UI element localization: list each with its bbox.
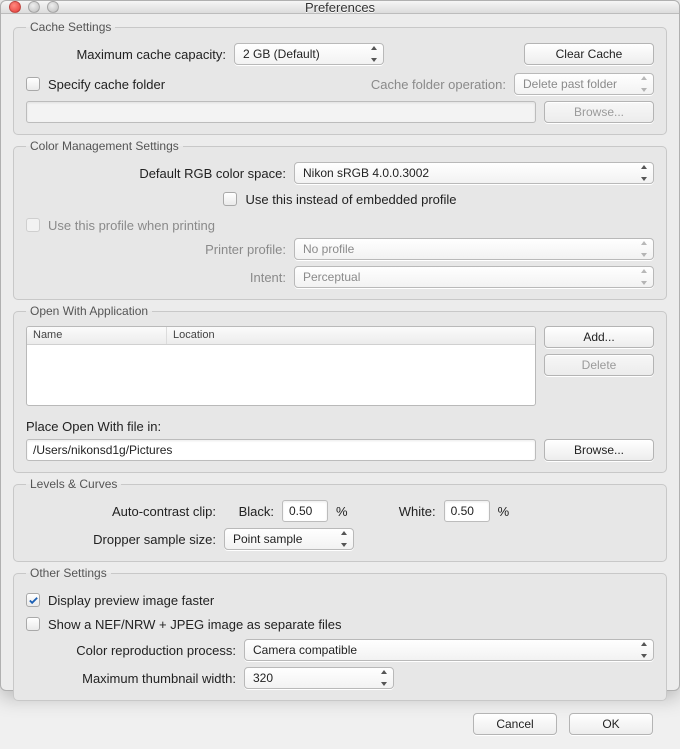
specify-folder-label: Specify cache folder <box>48 77 165 92</box>
repro-value: Camera compatible <box>244 639 654 661</box>
dropper-label: Dropper sample size: <box>26 532 216 547</box>
use-printing-label: Use this profile when printing <box>48 218 215 233</box>
black-input[interactable] <box>282 500 328 522</box>
cache-operation-select: Delete past folder <box>514 73 654 95</box>
rgb-space-value: Nikon sRGB 4.0.0.3002 <box>294 162 654 184</box>
printer-profile-select: No profile <box>294 238 654 260</box>
printer-profile-value: No profile <box>294 238 654 260</box>
open-with-table[interactable]: Name Location <box>26 326 536 406</box>
other-legend: Other Settings <box>26 566 111 580</box>
clear-cache-button[interactable]: Clear Cache <box>524 43 654 65</box>
intent-label: Intent: <box>26 270 286 285</box>
white-label: White: <box>356 504 436 519</box>
open-with-group: Open With Application Name Location Add.… <box>13 304 667 473</box>
openwith-legend: Open With Application <box>26 304 152 318</box>
cache-folder-input <box>26 101 536 123</box>
add-button[interactable]: Add... <box>544 326 654 348</box>
cache-operation-value: Delete past folder <box>514 73 654 95</box>
preferences-window: Preferences Cache Settings Maximum cache… <box>0 0 680 691</box>
use-instead-checkbox[interactable] <box>223 192 237 206</box>
place-file-label: Place Open With file in: <box>26 419 161 434</box>
black-label: Black: <box>224 504 274 519</box>
window-title: Preferences <box>1 0 679 15</box>
close-icon[interactable] <box>9 1 21 13</box>
levels-legend: Levels & Curves <box>26 477 121 491</box>
repro-select[interactable]: Camera compatible <box>244 639 654 661</box>
specify-folder-checkbox[interactable] <box>26 77 40 91</box>
thumb-value: 320 <box>244 667 394 689</box>
white-pct: % <box>498 504 510 519</box>
cache-settings-group: Cache Settings Maximum cache capacity: 2… <box>13 20 667 135</box>
col-name: Name <box>27 327 167 344</box>
intent-value: Perceptual <box>294 266 654 288</box>
zoom-icon[interactable] <box>47 1 59 13</box>
white-input[interactable] <box>444 500 490 522</box>
other-settings-group: Other Settings Display preview image fas… <box>13 566 667 701</box>
max-cache-select[interactable]: 2 GB (Default) <box>234 43 384 65</box>
nef-separate-checkbox[interactable] <box>26 617 40 631</box>
minimize-icon[interactable] <box>28 1 40 13</box>
display-faster-label: Display preview image faster <box>48 593 214 608</box>
cache-browse-button: Browse... <box>544 101 654 123</box>
dialog-footer: Cancel OK <box>13 705 667 739</box>
intent-select: Perceptual <box>294 266 654 288</box>
printer-profile-label: Printer profile: <box>26 242 286 257</box>
levels-curves-group: Levels & Curves Auto-contrast clip: Blac… <box>13 477 667 562</box>
nef-separate-label: Show a NEF/NRW + JPEG image as separate … <box>48 617 341 632</box>
color-management-group: Color Management Settings Default RGB co… <box>13 139 667 300</box>
cancel-button[interactable]: Cancel <box>473 713 557 735</box>
max-cache-label: Maximum cache capacity: <box>26 47 226 62</box>
rgb-space-label: Default RGB color space: <box>26 166 286 181</box>
dropper-value: Point sample <box>224 528 354 550</box>
cache-operation-label: Cache folder operation: <box>371 77 506 92</box>
color-legend: Color Management Settings <box>26 139 183 153</box>
thumb-label: Maximum thumbnail width: <box>26 671 236 686</box>
thumb-select[interactable]: 320 <box>244 667 394 689</box>
delete-button: Delete <box>544 354 654 376</box>
table-header: Name Location <box>27 327 535 345</box>
use-instead-label: Use this instead of embedded profile <box>245 192 456 207</box>
place-browse-button[interactable]: Browse... <box>544 439 654 461</box>
traffic-lights <box>9 1 59 13</box>
titlebar: Preferences <box>1 1 679 14</box>
place-file-input[interactable] <box>26 439 536 461</box>
autocontrast-label: Auto-contrast clip: <box>26 504 216 519</box>
max-cache-value: 2 GB (Default) <box>234 43 384 65</box>
rgb-space-select[interactable]: Nikon sRGB 4.0.0.3002 <box>294 162 654 184</box>
dropper-select[interactable]: Point sample <box>224 528 354 550</box>
col-location: Location <box>167 327 535 344</box>
repro-label: Color reproduction process: <box>26 643 236 658</box>
use-printing-checkbox <box>26 218 40 232</box>
display-faster-checkbox[interactable] <box>26 593 40 607</box>
black-pct: % <box>336 504 348 519</box>
ok-button[interactable]: OK <box>569 713 653 735</box>
cache-legend: Cache Settings <box>26 20 115 34</box>
